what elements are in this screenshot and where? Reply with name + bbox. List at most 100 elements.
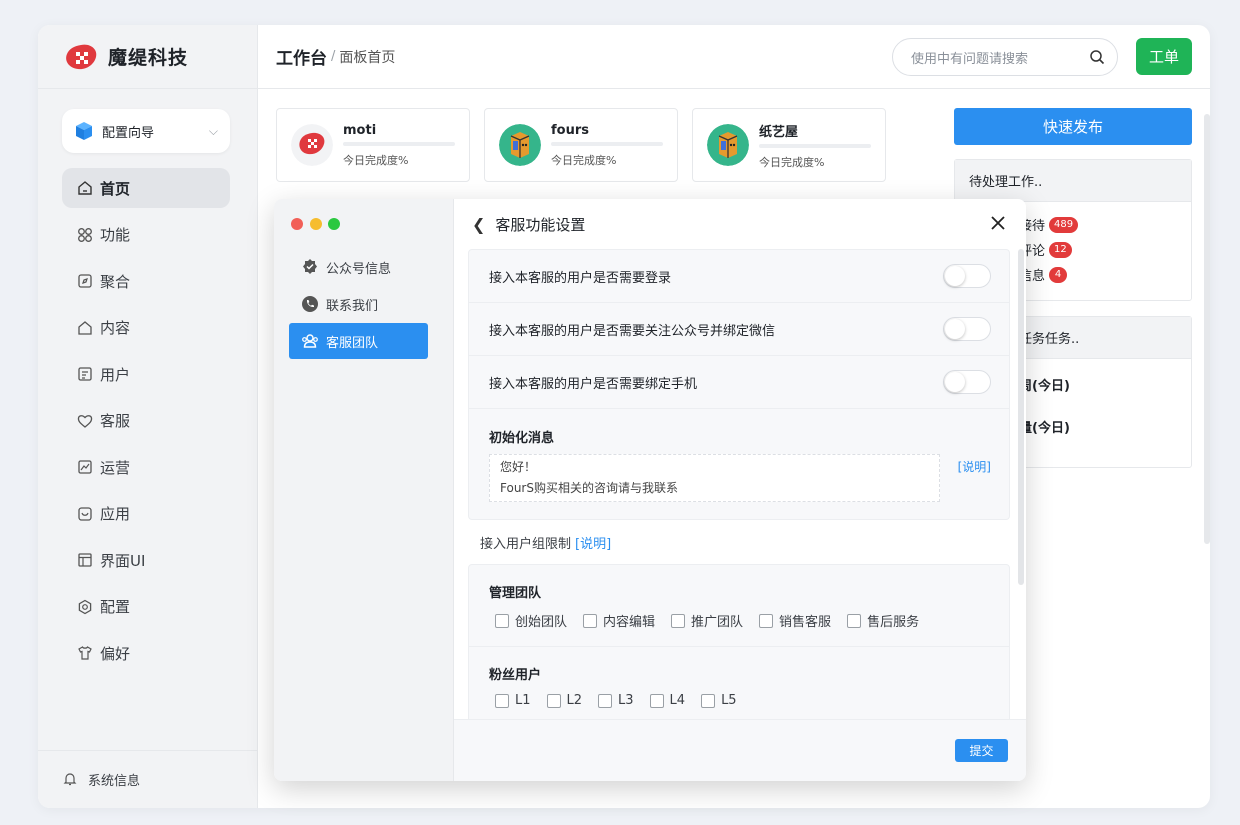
close-window-button[interactable]	[291, 218, 303, 230]
checkbox-option[interactable]: 售后服务	[841, 611, 919, 630]
count-badge: 489	[1049, 216, 1079, 233]
follow-wechat-toggle[interactable]	[943, 317, 991, 341]
back-arrow-icon[interactable]: ❮	[472, 215, 485, 234]
sidebar-item-config[interactable]: 配置	[62, 587, 230, 627]
account-card-fours[interactable]: fours 今日完成度%	[484, 108, 678, 182]
search-input[interactable]: 使用中有问题请搜索	[892, 38, 1118, 76]
quick-publish-button[interactable]: 快速发布	[954, 108, 1192, 145]
checkbox-option[interactable]: 销售客服	[753, 611, 831, 630]
settings-box: 接入本客服的用户是否需要登录 接入本客服的用户是否需要关注公众号并绑定微信 接入…	[468, 249, 1010, 520]
brand-logo-icon	[66, 44, 97, 69]
system-info-link[interactable]: 系统信息	[38, 750, 258, 808]
checkbox[interactable]	[649, 693, 664, 708]
checkbox[interactable]	[495, 613, 509, 628]
checkbox[interactable]	[546, 693, 561, 708]
checkbox[interactable]	[583, 613, 598, 628]
checkbox-option[interactable]: L3	[592, 693, 634, 708]
minimize-window-button[interactable]	[309, 218, 322, 230]
login-required-toggle[interactable]	[943, 264, 991, 288]
sidebar-item-users[interactable]: 用户	[62, 354, 230, 394]
window-controls	[291, 218, 347, 230]
sidebar-item-label: 首页	[100, 179, 131, 198]
card-name: 纸艺屋	[759, 124, 799, 140]
checkbox[interactable]	[847, 613, 862, 628]
setting-label: 接入本客服的用户是否需要登录	[489, 270, 672, 286]
ticket-button[interactable]: 工单	[1136, 38, 1192, 75]
checkbox-option[interactable]: L5	[695, 693, 737, 708]
settings-sidebar: 公众号信息 联系我们 客服团队	[274, 199, 454, 781]
checkbox[interactable]	[701, 693, 716, 708]
group-explain-link[interactable]: [说明]	[575, 533, 611, 552]
main-scrollbar[interactable]	[1204, 114, 1210, 544]
group-box: 管理团队 创始团队 内容编辑 推广团队 销售客服 售后服务 粉丝用户 L1 L2…	[468, 564, 1010, 719]
app-icon	[76, 505, 94, 523]
breadcrumb-separator: /	[331, 49, 336, 64]
sidebar-item-apps[interactable]: 应用	[62, 494, 230, 534]
maximize-window-button[interactable]	[328, 218, 340, 230]
setting-label: 接入本客服的用户是否需要绑定手机	[489, 376, 698, 392]
progress-label: 今日完成度%	[551, 153, 617, 167]
sidebar-item-home[interactable]: 首页	[62, 168, 230, 208]
sidebar-item-preferences[interactable]: 偏好	[62, 633, 230, 673]
breadcrumb-current: 面板首页	[339, 49, 396, 66]
group-limit-heading: 接入用户组限制 [说明]	[468, 520, 1010, 564]
content-icon	[76, 319, 94, 337]
checkbox-option[interactable]: 内容编辑	[577, 611, 655, 630]
group-limit-label: 接入用户组限制	[480, 536, 572, 552]
heart-icon	[76, 412, 94, 430]
settings-tab-service-team[interactable]: 客服团队	[289, 323, 428, 359]
checkbox-label: L1	[515, 693, 531, 708]
checkbox-option[interactable]: 推广团队	[665, 611, 743, 630]
sidebar-item-service[interactable]: 客服	[62, 401, 230, 441]
checkbox-option[interactable]: L2	[541, 693, 582, 708]
settings-icon	[76, 598, 94, 616]
sidebar-item-label: 内容	[100, 319, 131, 337]
breadcrumb-main[interactable]: 工作台	[276, 44, 327, 69]
checkbox[interactable]	[495, 693, 509, 708]
compass-icon	[76, 272, 94, 290]
team-icon	[301, 332, 319, 350]
settings-tab-contact[interactable]: 联系我们	[289, 286, 428, 322]
close-icon[interactable]	[988, 213, 1008, 233]
account-card-zhiyiwu[interactable]: 纸艺屋 今日完成度%	[692, 108, 886, 182]
brand: 魔缇科技	[38, 25, 257, 89]
settings-body: 接入本客服的用户是否需要登录 接入本客服的用户是否需要关注公众号并绑定微信 接入…	[468, 249, 1010, 719]
checkbox-label: L4	[669, 693, 686, 708]
account-card-moti[interactable]: moti 今日完成度%	[276, 108, 470, 182]
submit-button[interactable]: 提交	[955, 739, 1008, 762]
sidebar-item-operations[interactable]: 运营	[62, 447, 230, 487]
settings-tab-account-info[interactable]: 公众号信息	[289, 249, 428, 285]
settings-scrollbar[interactable]	[1018, 249, 1024, 585]
init-message-textarea[interactable]: 您好！ FourS购买相关的咨询请与我联系	[489, 454, 940, 502]
checkbox-option[interactable]: L4	[644, 693, 686, 708]
sidebar: 魔缇科技 配置向导 ⌵ 首页 功能 聚合 内容 用户 客服 运营 应用 界面UI…	[38, 25, 258, 808]
card-name: moti	[343, 122, 377, 138]
checkbox-option[interactable]: L1	[489, 693, 531, 708]
progress-bar	[759, 143, 871, 148]
search-placeholder: 使用中有问题请搜索	[911, 51, 1029, 67]
explain-link[interactable]: [说明]	[958, 458, 991, 502]
bind-phone-toggle[interactable]	[943, 370, 991, 394]
top-header: 工作台 / 面板首页 使用中有问题请搜索 工单	[258, 25, 1210, 89]
zhiyiwu-avatar	[707, 124, 749, 166]
sidebar-item-aggregate[interactable]: 聚合	[62, 261, 230, 301]
search-icon[interactable]	[1089, 49, 1105, 65]
checkbox[interactable]	[598, 693, 613, 708]
sidebar-item-content[interactable]: 内容	[62, 308, 230, 348]
progress-bar	[343, 141, 455, 146]
checkbox-option[interactable]: 创始团队	[489, 611, 567, 630]
group-label: 管理团队	[489, 586, 542, 601]
sidebar-item-label: 聚合	[100, 272, 131, 291]
sidebar-item-features[interactable]: 功能	[62, 215, 230, 255]
config-wizard-select[interactable]: 配置向导 ⌵	[62, 109, 230, 153]
sidebar-item-ui[interactable]: 界面UI	[62, 540, 230, 580]
settings-nav: 公众号信息 联系我们 客服团队	[289, 249, 428, 360]
settings-header: ❮ 客服功能设置	[454, 199, 1026, 249]
checkbox[interactable]	[671, 613, 686, 628]
checkbox[interactable]	[759, 613, 774, 628]
pending-work-title: 待处理工作..	[955, 160, 1191, 202]
sidebar-item-label: 偏好	[100, 644, 131, 663]
sidebar-item-label: 运营	[100, 458, 131, 477]
layout-icon	[76, 551, 94, 569]
fours-avatar	[499, 124, 541, 166]
